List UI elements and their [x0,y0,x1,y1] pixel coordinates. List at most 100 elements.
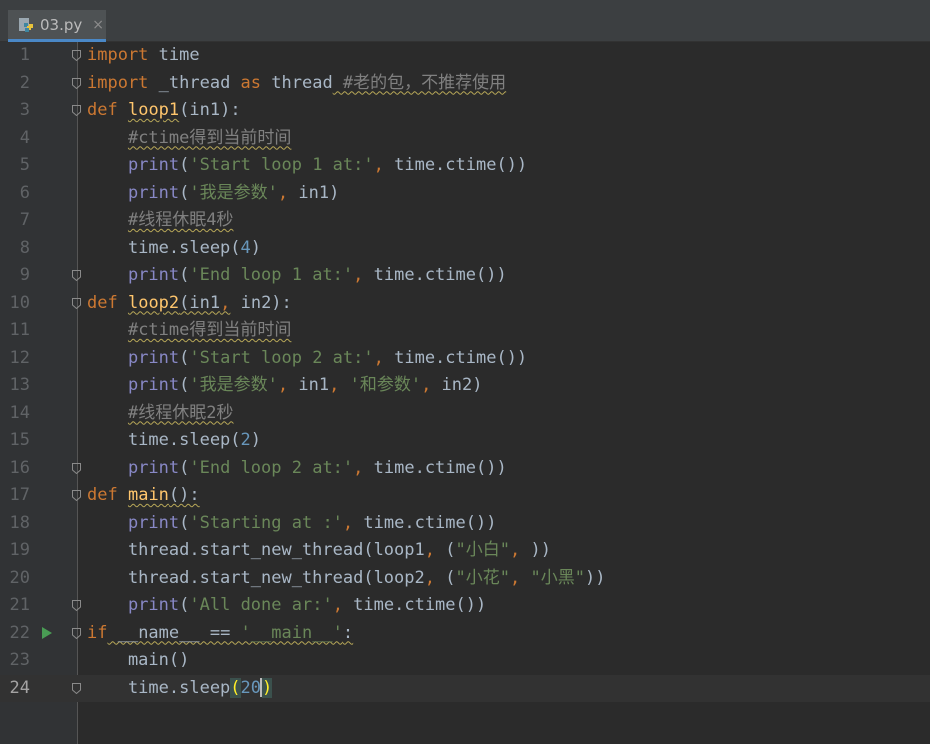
code-text: time.sleep(20) [87,675,273,702]
line-number[interactable]: 22 [0,620,30,647]
line-number[interactable]: 6 [0,180,30,207]
code-line-7[interactable]: 7 #线程休眠4秒 [0,207,930,234]
code-token: , [329,375,340,395]
line-number[interactable]: 18 [0,510,30,537]
line-number[interactable]: 5 [0,152,30,179]
fold-marker-icon[interactable] [72,600,81,611]
code-token: , [220,292,231,313]
line-number[interactable]: 24 [0,675,30,702]
code-token: time.ctime()) [363,265,507,285]
line-number[interactable]: 12 [0,345,30,372]
code-line-8[interactable]: 8 time.sleep(4) [0,235,930,262]
code-token: print [127,457,180,478]
code-token: 'All done ar:' [189,595,333,615]
line-number[interactable]: 3 [0,97,30,124]
fold-marker-icon[interactable] [72,682,81,694]
line-number[interactable]: 9 [0,262,30,289]
code-line-6[interactable]: 6 print('我是参数', in1) [0,180,930,207]
code-token: '我是参数' [189,375,278,395]
code-token: def [87,100,118,120]
code-token: ( [179,375,190,395]
run-arrow-icon[interactable] [42,626,52,639]
line-number[interactable]: 19 [0,537,30,564]
line-number[interactable]: 13 [0,372,30,399]
code-line-12[interactable]: 12 print('Start loop 2 at:', time.ctime(… [0,345,930,372]
code-line-16[interactable]: 16 print('End loop 2 at:', time.ctime()) [0,455,930,482]
code-token: 2 [240,430,251,450]
fold-marker-icon[interactable] [72,490,81,501]
code-line-5[interactable]: 5 print('Start loop 1 at:', time.ctime()… [0,152,930,179]
line-number[interactable]: 10 [0,290,30,317]
code-line-1[interactable]: 1 import time [0,42,930,69]
code-token: , [332,595,343,615]
code-line-21[interactable]: 21 print('All done ar:', time.ctime()) [0,592,930,619]
line-number[interactable]: 21 [0,592,30,619]
tab-03py[interactable]: 03.py × [8,10,106,42]
code-token: print [127,512,180,533]
line-number[interactable]: 17 [0,482,30,509]
code-text: time.sleep(2) [87,427,261,454]
code-line-14[interactable]: 14 #线程休眠2秒 [0,400,930,427]
code-token: time.ctime()) [383,347,528,368]
line-number[interactable]: 8 [0,235,30,262]
code-text: if __name__ == '__main__': [87,620,353,647]
code-line-19[interactable]: 19 thread.start_new_thread(loop1, ("小白",… [0,537,930,564]
code-token: import [87,45,149,65]
code-line-23[interactable]: 23 main() [0,647,930,674]
code-line-13[interactable]: 13 print('我是参数', in1, '和参数', in2) [0,372,930,399]
code-line-4[interactable]: 4 #ctime得到当前时间 [0,125,930,152]
code-line-17[interactable]: 17 def main(): [0,482,930,509]
code-token: ( [179,347,190,368]
fold-marker-icon[interactable] [72,77,81,89]
code-token: 20 [240,677,262,698]
code-token: 4 [240,237,251,258]
code-token: time.sleep [87,677,231,698]
code-token: 'Starting at :' [189,512,343,533]
close-icon[interactable]: × [92,17,104,33]
code-token: in1 [288,375,330,395]
code-token: in2) [431,375,483,395]
code-line-22[interactable]: 22 if __name__ == '__main__': [0,620,930,647]
line-number[interactable]: 15 [0,427,30,454]
code-line-3[interactable]: 3 def loop1(in1): [0,97,930,124]
code-token: as [240,72,262,93]
fold-marker-icon[interactable] [72,627,81,639]
line-number[interactable]: 2 [0,70,30,97]
code-line-11[interactable]: 11 #ctime得到当前时间 [0,317,930,344]
code-token: , [421,375,432,395]
code-line-10[interactable]: 10 def loop2(in1, in2): [0,290,930,317]
code-token: thread.start_new_thread(loop2 [87,567,425,588]
line-number[interactable]: 4 [0,125,30,152]
fold-marker-icon[interactable] [72,462,81,474]
line-number[interactable]: 1 [0,42,30,69]
line-number[interactable]: 14 [0,400,30,427]
code-text: time.sleep(4) [87,235,261,262]
code-token: ( [435,567,456,588]
code-token: '和参数' [349,375,422,395]
fold-marker-icon[interactable] [72,297,81,309]
code-token: ( [179,457,190,478]
line-number[interactable]: 23 [0,647,30,674]
code-token: "小黑" [530,567,585,588]
code-line-20[interactable]: 20 thread.start_new_thread(loop2, ("小花",… [0,565,930,592]
tab-filename: 03.py [40,15,83,34]
code-line-24[interactable]: 24 time.sleep(20) [0,675,930,702]
code-line-15[interactable]: 15 time.sleep(2) [0,427,930,454]
line-number[interactable]: 16 [0,455,30,482]
fold-marker-icon[interactable] [72,270,81,281]
line-number[interactable]: 20 [0,565,30,592]
line-number[interactable]: 11 [0,317,30,344]
line-number[interactable]: 7 [0,207,30,234]
code-line-9[interactable]: 9 print('End loop 1 at:', time.ctime()) [0,262,930,289]
code-line-2[interactable]: 2 import _thread as thread #老的包，不推荐使用 [0,70,930,97]
fold-marker-icon[interactable] [72,105,81,116]
code-text: def loop2(in1, in2): [87,290,292,317]
fold-marker-icon[interactable] [72,50,81,61]
code-token: )) [584,567,606,588]
code-text: def main(): [87,482,200,509]
code-line-18[interactable]: 18 print('Starting at :', time.ctime()) [0,510,930,537]
code-token: (in1 [179,292,221,313]
